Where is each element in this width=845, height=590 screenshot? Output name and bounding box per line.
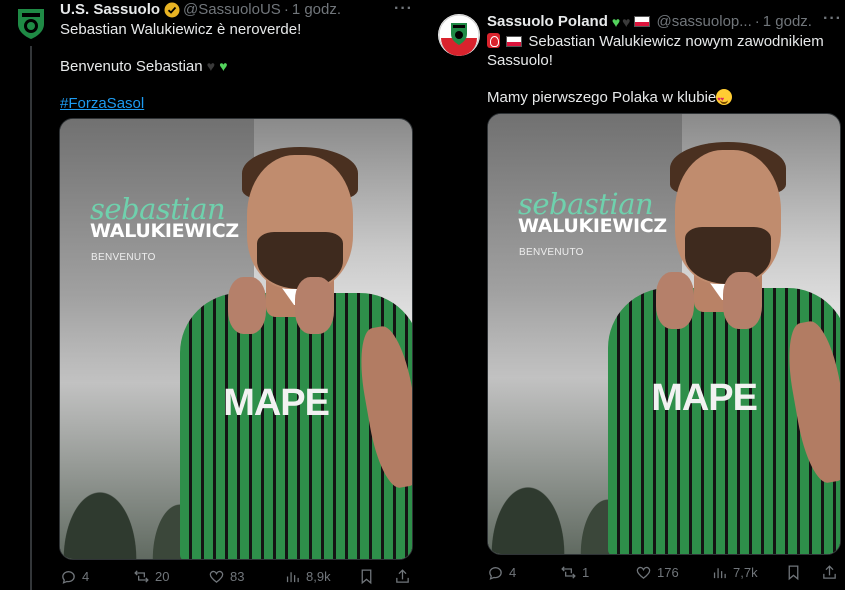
verified-gold-icon <box>164 2 180 17</box>
views-chart-icon <box>286 571 299 582</box>
poland-flag-icon <box>634 16 651 27</box>
share-button[interactable] <box>821 564 838 581</box>
timestamp[interactable]: 1 godz. <box>292 1 341 18</box>
share-button[interactable] <box>394 568 411 585</box>
tweet-line-2-text: Mamy pierwszego Polaka w klubie <box>487 89 717 106</box>
thread-line <box>30 46 32 590</box>
tweet-media-image[interactable]: sebastian WALUKIEWICZ BENVENUTO MAPE <box>487 113 841 555</box>
tweet-text: Sebastian Walukiewicz è neroverde! Benve… <box>60 20 410 113</box>
tweet-line-1: Sebastian Walukiewicz nowym zawodnikiem <box>487 32 837 51</box>
more-options-button[interactable]: ··· <box>823 10 842 28</box>
reply-count: 4 <box>82 568 90 584</box>
shirt-sponsor: MAPE <box>651 377 758 420</box>
tweet-left[interactable]: U.S. Sassuolo @SassuoloUS · 1 godz. ··· … <box>0 0 422 590</box>
views-button[interactable]: 8,9k <box>284 568 331 585</box>
tweet-text: Sebastian Walukiewicz nowym zawodnikiem … <box>487 32 837 110</box>
red-badge-icon <box>487 33 500 48</box>
tweet-line-2: Benvenuto Sebastian ♥ ♥ <box>60 57 410 76</box>
reply-count: 4 <box>509 564 517 580</box>
avatar[interactable] <box>438 14 480 56</box>
like-button[interactable]: 83 <box>208 568 244 585</box>
repost-count: 1 <box>582 564 590 580</box>
tweet-line-2: Mamy pierwszego Polaka w klubie <box>487 88 837 110</box>
repost-count: 20 <box>155 568 170 584</box>
tweet-line-1: Sebastian Walukiewicz è neroverde! <box>60 21 302 38</box>
like-count: 83 <box>230 568 245 584</box>
poland-flag-icon <box>506 36 523 47</box>
heart-icon <box>209 570 224 583</box>
share-icon <box>396 568 409 583</box>
bookmark-button[interactable] <box>785 564 802 581</box>
like-count: 176 <box>657 564 679 580</box>
like-button[interactable]: 176 <box>635 564 679 581</box>
player-figure: MAPE <box>602 141 840 554</box>
separator-dot: · <box>283 1 289 18</box>
black-heart-icon: ♥ <box>206 58 216 74</box>
share-icon <box>823 564 836 579</box>
green-heart-icon: ♥ <box>611 13 621 30</box>
more-options-button[interactable]: ··· <box>394 0 413 18</box>
tweet-line-1-text: Sebastian Walukiewicz nowym zawodnikiem <box>528 33 824 50</box>
tweet-header: Sassuolo Poland ♥ ♥ @sassuolop... · 1 go… <box>487 13 812 30</box>
sassuolo-crest-icon <box>18 9 44 39</box>
author-name[interactable]: U.S. Sassuolo <box>60 1 160 18</box>
repost-icon <box>134 569 149 583</box>
tweet-header: U.S. Sassuolo @SassuoloUS · 1 godz. <box>60 1 341 18</box>
timestamp[interactable]: 1 godz. <box>763 13 812 30</box>
heart-icon <box>636 566 651 579</box>
avatar[interactable] <box>14 6 48 40</box>
tweet-right[interactable]: Sassuolo Poland ♥ ♥ @sassuolop... · 1 go… <box>428 0 845 590</box>
shirt-sponsor: MAPE <box>223 382 330 425</box>
media-subtitle: BENVENUTO <box>519 247 584 258</box>
bookmark-icon <box>788 564 799 580</box>
action-bar: 4 1 176 7,7k <box>487 562 842 582</box>
tweet-line-1b: Sassuolo! <box>487 52 553 69</box>
views-count: 7,7k <box>733 564 758 580</box>
hashtag-link[interactable]: #ForzaSasol <box>60 95 144 112</box>
bookmark-icon <box>361 568 372 584</box>
tweet-line-2-text: Benvenuto Sebastian <box>60 58 203 75</box>
author-handle[interactable]: @SassuoloUS <box>183 1 281 18</box>
author-name[interactable]: Sassuolo Poland <box>487 13 608 30</box>
tweet-media-image[interactable]: sebastian WALUKIEWICZ BENVENUTO MAPE <box>59 118 413 560</box>
author-handle[interactable]: @sassuolop... <box>656 13 751 30</box>
reply-button[interactable]: 4 <box>487 564 516 581</box>
repost-button[interactable]: 1 <box>560 564 589 581</box>
media-subtitle: BENVENUTO <box>91 252 156 263</box>
sassuolo-poland-logo-icon <box>438 14 480 56</box>
separator-dot: · <box>754 13 760 30</box>
repost-button[interactable]: 20 <box>133 568 169 585</box>
reply-icon <box>62 570 75 584</box>
views-count: 8,9k <box>306 568 331 584</box>
views-button[interactable]: 7,7k <box>711 564 758 581</box>
views-chart-icon <box>713 567 726 578</box>
reply-button[interactable]: 4 <box>60 568 89 585</box>
player-figure: MAPE <box>174 146 412 559</box>
action-bar: 4 20 83 8,9k <box>60 566 415 586</box>
bookmark-button[interactable] <box>358 568 375 585</box>
repost-icon <box>561 565 576 579</box>
heart-eyes-emoji-icon <box>716 89 733 110</box>
green-heart-icon: ♥ <box>219 58 228 74</box>
black-heart-icon: ♥ <box>622 13 631 30</box>
reply-icon <box>489 566 502 580</box>
